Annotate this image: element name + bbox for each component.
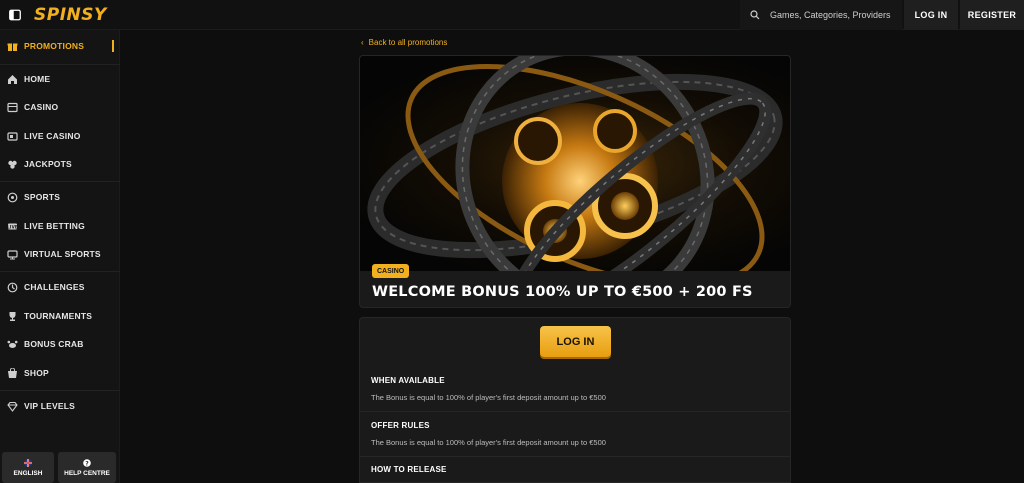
divider: [360, 456, 790, 457]
live-betting-icon: LIVE: [6, 220, 18, 232]
promotion-card: CASINO WELCOME BONUS 100% UP TO €500 + 2…: [359, 55, 791, 308]
language-label: ENGLISH: [13, 469, 43, 477]
sidebar-item-label: HOME: [24, 74, 51, 84]
login-cta-button[interactable]: LOG IN: [540, 326, 611, 357]
sidebar-item-label: LIVE CASINO: [24, 131, 81, 141]
sidebar-item-label: CASINO: [24, 102, 59, 112]
sidebar-item-label: LIVE BETTING: [24, 221, 85, 231]
chevron-left-icon: ‹: [361, 38, 364, 47]
login-button[interactable]: LOG IN: [904, 0, 958, 30]
svg-text:?: ?: [85, 460, 89, 467]
live-casino-icon: [6, 130, 18, 142]
sidebar-item-promotions[interactable]: PROMOTIONS: [0, 33, 120, 59]
sidebar-item-live-betting[interactable]: LIVE LIVE BETTING: [0, 213, 120, 239]
virtual-sports-icon: [6, 248, 18, 260]
back-label: Back to all promotions: [368, 38, 448, 47]
promotion-banner-image: [360, 56, 790, 307]
sidebar-item-label: PROMOTIONS: [24, 41, 85, 51]
help-centre-label: HELP CENTRE: [64, 469, 110, 477]
sidebar-item-home[interactable]: HOME: [0, 66, 120, 92]
top-bar: SPINSY Games, Categories, Providers LOG …: [0, 0, 1024, 30]
jackpot-icon: [6, 158, 18, 170]
trophy-icon: [6, 310, 18, 322]
sidebar-item-label: SHOP: [24, 368, 49, 378]
crab-icon: [6, 338, 18, 350]
language-button[interactable]: ENGLISH: [2, 452, 54, 483]
gift-icon: [6, 40, 18, 52]
section-heading: OFFER RULES: [371, 421, 430, 430]
sidebar-item-sports[interactable]: SPORTS: [0, 184, 120, 210]
casino-icon: [6, 101, 18, 113]
diamond-icon: [6, 400, 18, 412]
category-badge: CASINO: [372, 264, 410, 278]
section-heading: HOW TO RELEASE: [371, 465, 447, 474]
sidebar-item-label: TOURNAMENTS: [24, 311, 93, 321]
section-text: The Bonus is equal to 100% of player's f…: [371, 438, 606, 447]
sidebar-item-label: BONUS CRAB: [24, 339, 84, 349]
sidebar: PROMOTIONS HOME CASINO LIVE CASINO JACKP…: [0, 30, 120, 483]
search-placeholder: Games, Categories, Providers: [770, 10, 891, 20]
sidebar-item-vip-levels[interactable]: VIP LEVELS: [0, 393, 120, 419]
promotion-title: WELCOME BONUS 100% UP TO €500 + 200 FS: [372, 284, 753, 300]
svg-text:LIVE: LIVE: [7, 224, 18, 229]
sidebar-item-label: VIP LEVELS: [24, 401, 75, 411]
promotion-details: LOG IN WHEN AVAILABLE The Bonus is equal…: [359, 317, 791, 483]
sidebar-item-label: VIRTUAL SPORTS: [24, 249, 101, 259]
shop-icon: [6, 367, 18, 379]
sidebar-item-label: JACKPOTS: [24, 159, 72, 169]
sidebar-item-live-casino[interactable]: LIVE CASINO: [0, 123, 120, 149]
search-bar[interactable]: Games, Categories, Providers: [740, 0, 902, 30]
divider: [360, 411, 790, 412]
help-centre-button[interactable]: ? HELP CENTRE: [58, 452, 116, 483]
sidebar-item-virtual-sports[interactable]: VIRTUAL SPORTS: [0, 241, 120, 267]
sidebar-toggle-button[interactable]: [0, 0, 30, 30]
challenges-icon: [6, 281, 18, 293]
sidebar-item-tournaments[interactable]: TOURNAMENTS: [0, 303, 120, 329]
sidebar-item-casino[interactable]: CASINO: [0, 94, 120, 120]
sports-icon: [6, 191, 18, 203]
home-icon: [6, 73, 18, 85]
sidebar-item-challenges[interactable]: CHALLENGES: [0, 274, 120, 300]
register-button[interactable]: REGISTER: [960, 0, 1024, 30]
sidebar-item-jackpots[interactable]: JACKPOTS: [0, 151, 120, 177]
flag-uk-icon: [24, 458, 32, 467]
help-icon: ?: [83, 458, 91, 467]
section-heading: WHEN AVAILABLE: [371, 376, 445, 385]
sidebar-toggle-icon: [9, 9, 21, 20]
sidebar-item-bonus-crab[interactable]: BONUS CRAB: [0, 331, 120, 357]
sidebar-item-label: CHALLENGES: [24, 282, 85, 292]
sidebar-item-label: SPORTS: [24, 192, 61, 202]
search-icon: [750, 10, 764, 20]
logo[interactable]: SPINSY: [34, 5, 107, 25]
back-to-promotions-link[interactable]: ‹ Back to all promotions: [361, 38, 447, 47]
sidebar-item-shop[interactable]: SHOP: [0, 360, 120, 386]
section-text: The Bonus is equal to 100% of player's f…: [371, 393, 606, 402]
